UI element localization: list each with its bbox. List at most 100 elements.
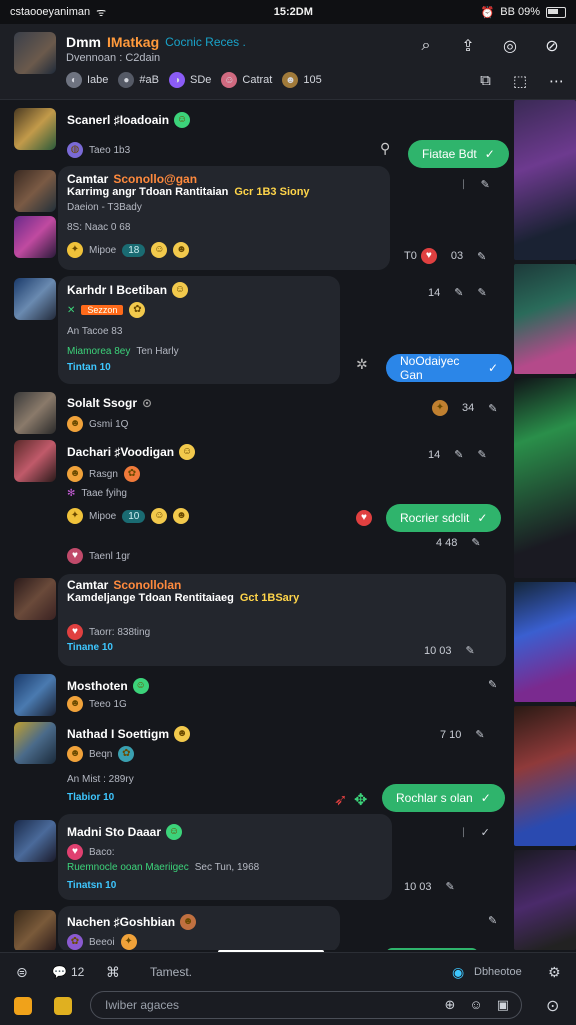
pin-icon[interactable]: ᛁ [460,179,467,191]
chip-5[interactable]: ☻ 105 [282,72,322,88]
message-feed[interactable]: Scanerl ♯Ioadoain ☺ ◍ Taeo 1b3 ⚲ Fiatae Bd… [0,100,512,950]
avatar[interactable] [14,108,56,150]
sender-sub: ♥ Baco: [67,844,115,860]
message-line: Karrimg angr Tdoan Rantitaian Gcr 1B3 Sio… [67,186,310,198]
check-icon[interactable]: ✓ [481,826,490,839]
expand-icon[interactable]: ⬚ [513,72,527,90]
copy-icon[interactable]: ⧉ [480,72,491,90]
avatar[interactable] [14,578,56,620]
compass-icon[interactable]: ⊘ [540,34,564,58]
edit-icon[interactable]: ✎ [488,678,497,691]
star-icon: ✦ [67,242,83,258]
chat-title[interactable]: Dmm IMatkag Cocnic Reces . [66,34,246,50]
home-icon[interactable] [14,997,32,1015]
message-row: Solalt Ssogr ⊙ ☻ Gsmi 1Q ✦ 34 ✎ [0,390,512,436]
battery-label: BB 09% [500,6,540,18]
reply-bubble[interactable]: Rocrier sdclit ✓ [386,504,502,532]
message-row: Camtar Sconollo@gan Karrimg angr Tdoan Ra… [0,168,512,272]
rocket-icon[interactable]: ➶ [334,790,347,810]
sender-sub: ✿ Beeoi ✦ [67,934,137,950]
game-icon[interactable]: ◎ [498,34,522,58]
attach-icon[interactable]: ⌘ [106,964,120,981]
media-thumb[interactable] [514,582,576,702]
message-row: Camtar Sconollolan Kamdeljange Tdoan Rent… [0,576,512,668]
edit-icon[interactable]: ✎ [477,250,486,263]
chip-4[interactable]: ☺ Catrat [221,72,272,88]
mic-icon[interactable]: ⊙ [546,996,559,1016]
message-line: 8S: Naac 0 68 [67,222,131,233]
sender-name: Nathad I Soettigm ☻ [67,726,191,742]
comment-count[interactable]: 💬 12 [52,965,84,979]
edit-icon[interactable]: ✎ [477,448,486,461]
reply-bubble[interactable]: Rochlar s olan ✓ [382,784,505,812]
share-icon[interactable]: ⇪ [456,34,480,58]
media-thumb[interactable] [514,378,576,578]
chip-1[interactable]: ◐ Iabe [66,72,108,88]
avatar[interactable] [14,910,56,950]
sender-sub: ☻ Rasgn ✿ [67,466,140,482]
link-icon[interactable]: ⚲ [380,140,390,157]
wifi-icon: ᯤ [96,6,107,19]
chip-2[interactable]: ● #aB [118,72,159,88]
edit-icon[interactable]: ✎ [466,644,475,657]
edit-icon[interactable]: ✎ [475,728,484,741]
sender-name: Camtar Sconollolan [67,578,182,592]
edit-icon[interactable]: ✎ [488,402,497,415]
avatar[interactable] [14,170,56,212]
edit-icon[interactable]: ✎ [446,880,455,893]
reply-bubble[interactable]: NoOdaiyec Gan ✓ [386,354,512,382]
message-input-placeholder: Iwiber agaces [105,998,180,1012]
message-actions: ✎ [488,914,497,927]
star-icon: ✦ [67,508,83,524]
message-input[interactable]: Iwiber agaces ⊕ ☺ ▣ [90,991,522,1019]
sticker-icon[interactable]: ⊕ [445,997,456,1013]
sender-name: Dachari ♯Voodigan ☺ [67,444,196,460]
message-meta: 10 03 ✎ [404,880,455,894]
media-thumb[interactable] [514,850,576,950]
search-icon[interactable]: ⌕ [414,34,438,58]
more-icon[interactable]: ⋯ [549,72,564,90]
avatar[interactable] [14,278,56,320]
check-icon: ✓ [480,791,491,805]
media-thumb[interactable] [514,100,576,260]
edit-icon[interactable]: ✎ [488,914,497,927]
notes-icon[interactable] [54,997,72,1015]
avatar[interactable] [14,392,56,434]
emoji-icon[interactable]: ☺ [469,997,482,1013]
bug-icon[interactable]: ✲ [356,356,368,373]
planet-icon: ◍ [67,142,83,158]
edit-icon[interactable]: ✎ [454,448,463,461]
media-thumb[interactable] [514,264,576,374]
chip-3[interactable]: ◑ SDe [169,72,211,88]
message-row: Scanerl ♯Ioadoain ☺ ◍ Taeo 1b3 ⚲ Fiatae Bd… [0,106,512,168]
bottom-bar: ⊜ 💬 12 ⌘ Tamest. ◉ Dbheotoe ⚙ Iwiber agac… [0,952,576,1025]
pin-icon[interactable]: ᛁ [460,827,467,839]
sender-sub: ◍ Taeo 1b3 [67,142,130,158]
globe-icon[interactable]: ◉ [452,964,464,981]
edit-icon[interactable]: ✎ [481,178,490,191]
chat-header: Dmm IMatkag Cocnic Reces . Dvennoan : C2… [0,24,576,100]
avatar[interactable] [14,440,56,482]
avatar[interactable] [14,820,56,862]
gamepad-icon[interactable]: ⊜ [16,964,28,981]
reply-bubble[interactable]: Fiatae Bdt ✓ [408,140,509,168]
image-icon[interactable]: ▣ [497,997,509,1013]
settings-icon[interactable]: ⚙ [548,964,561,981]
heart-icon[interactable]: ♥ [356,510,372,526]
reply-bubble[interactable] [386,948,478,950]
edit-icon[interactable]: ✎ [454,286,463,299]
chat-subtitle: Dvennoan : C2dain [66,52,161,64]
media-strip[interactable] [514,100,576,950]
media-thumb[interactable] [514,706,576,846]
smile-icon: ☺ [174,112,191,128]
sparkle-icon[interactable]: ✥ [354,790,367,810]
group-avatar[interactable] [14,32,56,74]
message-line: ✻ Taae fyihg [67,488,127,499]
message-row: Mosthoten ☺ ☻ Teeo 1G ✎ [0,672,512,718]
avatar[interactable] [14,216,56,258]
avatar[interactable] [14,674,56,716]
edit-icon[interactable]: ✎ [471,536,480,549]
avatar[interactable] [14,722,56,764]
edit-icon[interactable]: ✎ [477,286,486,299]
message-line: ♥ Taorr: 838ting [67,624,150,640]
